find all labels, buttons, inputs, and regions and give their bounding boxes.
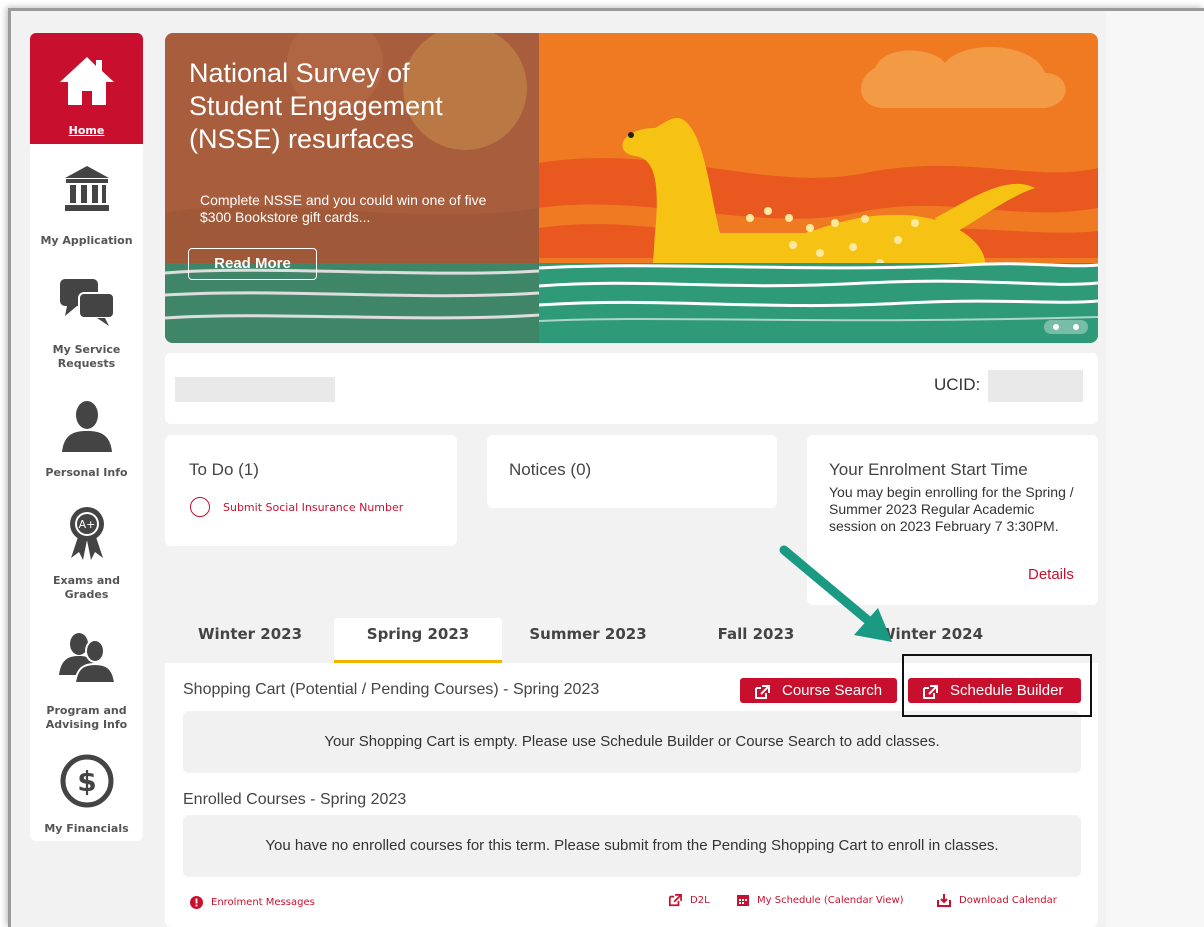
annotation-highlight-box [902,654,1092,717]
enrolment-title: Your Enrolment Start Time [829,460,1028,479]
todo-circle-icon [190,497,210,517]
sidebar-item-my-financials[interactable]: $ My Financials [30,734,143,841]
annotation-arrow-icon [779,545,892,642]
sidebar-item-label: My Application [40,234,133,247]
alert-icon [190,896,203,909]
news-carousel: National Survey of Student Engagement (N… [165,33,1098,343]
student-id-card: UCID: [165,353,1098,424]
svg-text:A+: A+ [78,518,95,531]
award-ribbon-icon: A+ [30,504,143,560]
institution-icon [30,164,143,214]
news-title: National Survey of Student Engagement (N… [189,58,443,154]
todo-title: To Do (1) [189,460,259,479]
person-icon [30,400,143,452]
enrolment-messages-link[interactable]: Enrolment Messages [190,896,315,909]
sidebar-item-label: Personal Info [45,466,128,479]
sidebar-item-label: Exams and Grades [53,574,120,601]
sidebar-item-label: My Service Requests [52,343,121,370]
download-calendar-label: Download Calendar [959,895,1057,906]
chat-bubbles-icon [30,276,143,328]
my-schedule-link[interactable]: My Schedule (Calendar View) [737,894,904,906]
sidebar-item-my-service-requests[interactable]: My Service Requests [30,254,143,374]
dollar-icon: $ [30,754,143,808]
sidebar-item-personal-info[interactable]: Personal Info [30,374,143,484]
svg-text:$: $ [77,765,96,798]
read-more-button[interactable]: Read More [188,248,317,280]
home-icon [30,55,143,107]
sidebar-nav: Home My Application My Service Requests … [30,33,143,841]
download-icon [937,894,951,907]
page-margin [1106,11,1204,927]
shopping-cart-title: Shopping Cart (Potential / Pending Cours… [183,681,600,698]
ucid-label: UCID: [934,375,981,394]
external-link-icon [754,683,770,708]
redacted-name [175,377,335,402]
shopping-cart-empty-message: Your Shopping Cart is empty. Please use … [183,711,1081,773]
notices-card: Notices (0) [487,435,777,508]
course-search-label: Course Search [782,682,883,699]
todo-item[interactable]: Submit Social Insurance Number [190,497,403,517]
carousel-dot[interactable] [1053,324,1059,330]
enrolled-courses-empty-message: You have no enrolled courses for this te… [183,815,1081,877]
external-link-icon [668,894,682,907]
carousel-pager[interactable] [1044,320,1088,334]
calendar-icon [737,894,749,906]
enrolment-body: You may begin enrolling for the Spring /… [829,484,1074,534]
sidebar-item-label: Program and Advising Info [45,704,128,731]
details-link[interactable]: Details [1028,566,1074,583]
carousel-dot[interactable] [1073,324,1079,330]
d2l-label: D2L [690,895,710,906]
sidebar-item-exams-and-grades[interactable]: A+ Exams and Grades [30,484,143,609]
sidebar-item-label: My Financials [44,822,129,835]
enrolment-messages-label: Enrolment Messages [211,897,315,908]
redacted-ucid [988,370,1083,402]
news-subtitle: Complete NSSE and you could win one of f… [200,192,487,225]
tab-spring-2023[interactable]: Spring 2023 [334,618,502,663]
enrolled-courses-title: Enrolled Courses - Spring 2023 [183,791,407,808]
sidebar-item-program-and-advising-info[interactable]: Program and Advising Info [30,609,143,734]
tab-winter-2023[interactable]: Winter 2023 [165,618,335,663]
sidebar-item-label: Home [68,124,105,137]
sidebar-item-my-application[interactable]: My Application [30,144,143,254]
course-search-button[interactable]: Course Search [740,678,897,703]
notices-title: Notices (0) [509,460,592,479]
d2l-link[interactable]: D2L [668,894,710,907]
people-icon [30,631,143,683]
sidebar-item-home[interactable]: Home [30,33,143,144]
download-calendar-link[interactable]: Download Calendar [937,894,1057,907]
tab-summer-2023[interactable]: Summer 2023 [502,618,674,663]
todo-item-label: Submit Social Insurance Number [223,500,404,514]
todo-card: To Do (1) Submit Social Insurance Number [165,435,457,546]
my-schedule-label: My Schedule (Calendar View) [757,894,904,906]
